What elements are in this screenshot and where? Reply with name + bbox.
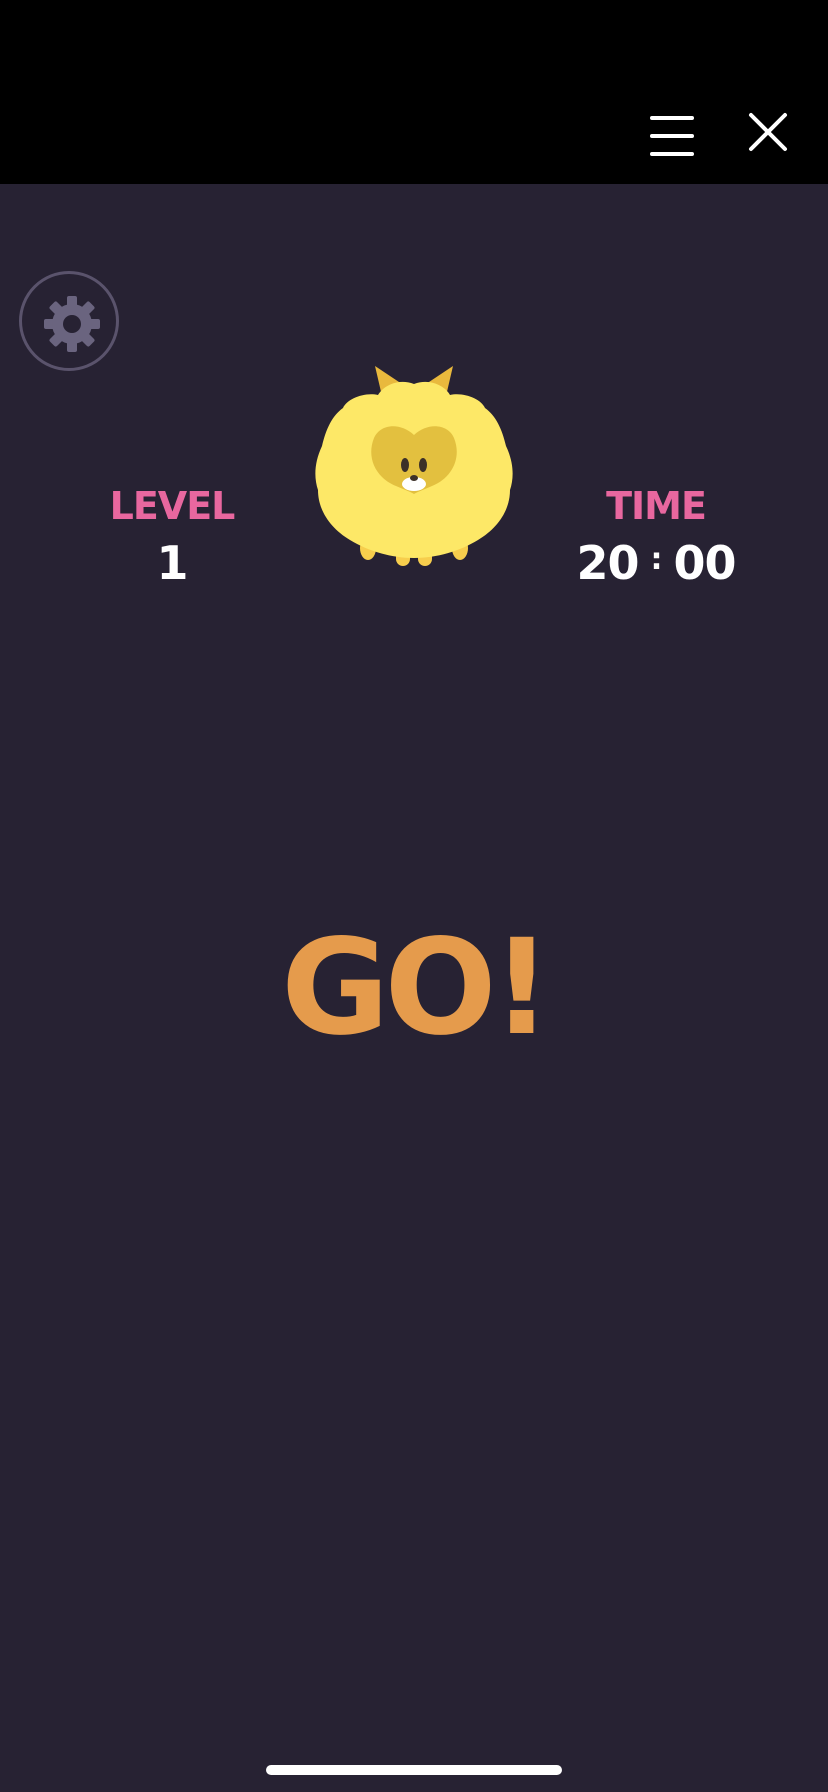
settings-button[interactable] <box>19 271 119 371</box>
menu-button[interactable] <box>644 108 700 160</box>
top-bar <box>0 0 828 184</box>
time-value: 20 : 00 <box>576 536 737 590</box>
mascot-character <box>315 366 513 566</box>
level-display: LEVEL 1 <box>72 486 272 588</box>
close-button[interactable] <box>744 108 792 156</box>
level-label: LEVEL <box>109 484 236 528</box>
level-value: 1 <box>156 536 188 590</box>
close-icon <box>749 113 787 151</box>
game-screen: LEVEL 1 TIME 20 : 00 GO! <box>0 0 828 1792</box>
time-separator: : <box>650 542 663 577</box>
gear-icon <box>44 296 100 352</box>
go-message: GO! <box>281 911 552 1065</box>
home-indicator[interactable] <box>266 1765 562 1775</box>
time-minutes: 20 <box>576 536 639 590</box>
hamburger-menu-icon <box>650 116 694 156</box>
time-label: TIME <box>606 484 707 528</box>
time-seconds: 00 <box>673 536 737 590</box>
time-display: TIME 20 : 00 <box>556 486 756 588</box>
